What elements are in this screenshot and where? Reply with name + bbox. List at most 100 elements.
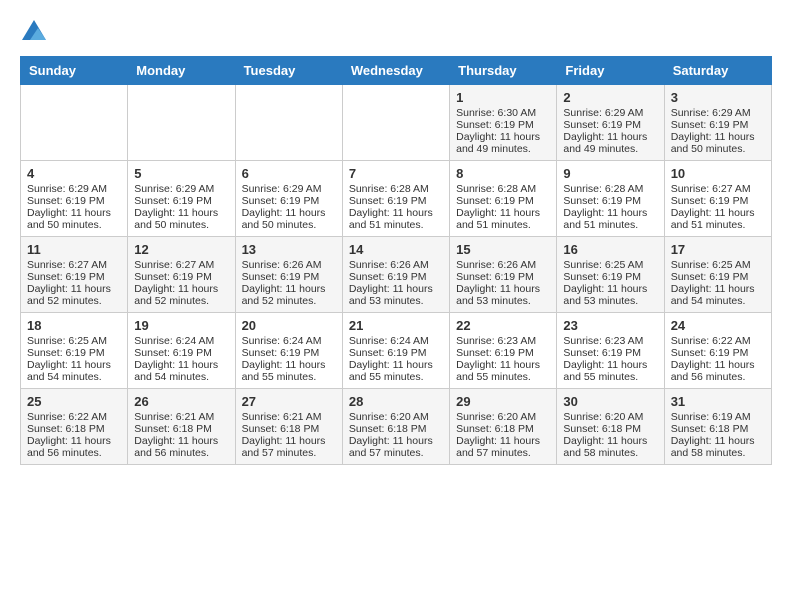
day-info-line: Daylight: 11 hours and 57 minutes. bbox=[349, 435, 443, 459]
day-info-line: Sunrise: 6:27 AM bbox=[27, 259, 121, 271]
day-info-line: Daylight: 11 hours and 52 minutes. bbox=[242, 283, 336, 307]
col-header-sunday: Sunday bbox=[21, 57, 128, 85]
day-info-line: Sunset: 6:19 PM bbox=[563, 271, 657, 283]
day-info-line: Daylight: 11 hours and 55 minutes. bbox=[456, 359, 550, 383]
day-info-line: Sunrise: 6:22 AM bbox=[27, 411, 121, 423]
day-info-line: Sunset: 6:19 PM bbox=[563, 119, 657, 131]
day-info-line: Sunrise: 6:23 AM bbox=[456, 335, 550, 347]
calendar-cell bbox=[235, 85, 342, 161]
logo-icon bbox=[22, 20, 46, 40]
day-info-line: Sunrise: 6:24 AM bbox=[349, 335, 443, 347]
day-number: 10 bbox=[671, 166, 765, 181]
day-info-line: Daylight: 11 hours and 57 minutes. bbox=[456, 435, 550, 459]
calendar-cell: 11 Sunrise: 6:27 AMSunset: 6:19 PMDayligh… bbox=[21, 237, 128, 313]
calendar-cell bbox=[21, 85, 128, 161]
calendar-week-row: 25Sunrise: 6:22 AMSunset: 6:18 PMDayligh… bbox=[21, 389, 772, 465]
calendar-week-row: 18Sunrise: 6:25 AMSunset: 6:19 PMDayligh… bbox=[21, 313, 772, 389]
calendar-cell: 28Sunrise: 6:20 AMSunset: 6:18 PMDayligh… bbox=[342, 389, 449, 465]
day-info-line: Sunset: 6:19 PM bbox=[27, 271, 121, 283]
day-info-line: Sunset: 6:19 PM bbox=[349, 195, 443, 207]
day-info-line: Sunset: 6:19 PM bbox=[349, 271, 443, 283]
day-info-line: Daylight: 11 hours and 56 minutes. bbox=[134, 435, 228, 459]
day-number: 29 bbox=[456, 394, 550, 409]
day-number: 8 bbox=[456, 166, 550, 181]
day-info-line: Sunset: 6:18 PM bbox=[563, 423, 657, 435]
calendar-cell: 24Sunrise: 6:22 AMSunset: 6:19 PMDayligh… bbox=[664, 313, 771, 389]
day-number: 19 bbox=[134, 318, 228, 333]
day-number: 27 bbox=[242, 394, 336, 409]
day-info-line: Daylight: 11 hours and 54 minutes. bbox=[27, 359, 121, 383]
day-number: 6 bbox=[242, 166, 336, 181]
calendar-cell: 22 Sunrise: 6:23 AMSunset: 6:19 PMDayligh… bbox=[450, 313, 557, 389]
day-info-line: Sunset: 6:19 PM bbox=[242, 347, 336, 359]
day-number: 26 bbox=[134, 394, 228, 409]
day-info-line: Sunrise: 6:29 AM bbox=[134, 183, 228, 195]
day-info-line: Sunrise: 6:23 AM bbox=[563, 335, 657, 347]
calendar-cell: 26Sunrise: 6:21 AMSunset: 6:18 PMDayligh… bbox=[128, 389, 235, 465]
col-header-saturday: Saturday bbox=[664, 57, 771, 85]
day-info-line: Daylight: 11 hours and 55 minutes. bbox=[242, 359, 336, 383]
calendar-cell: 13Sunrise: 6:26 AMSunset: 6:19 PMDayligh… bbox=[235, 237, 342, 313]
day-number: 22 bbox=[456, 318, 550, 333]
calendar-cell: 9Sunrise: 6:28 AMSunset: 6:19 PMDaylight… bbox=[557, 161, 664, 237]
calendar-cell: 12Sunrise: 6:27 AMSunset: 6:19 PMDayligh… bbox=[128, 237, 235, 313]
day-info-line: Sunrise: 6:28 AM bbox=[456, 183, 550, 195]
day-number: 31 bbox=[671, 394, 765, 409]
day-info-line: Daylight: 11 hours and 50 minutes. bbox=[27, 207, 121, 231]
day-info-line: Daylight: 11 hours and 53 minutes. bbox=[563, 283, 657, 307]
calendar-cell: 19Sunrise: 6:24 AMSunset: 6:19 PMDayligh… bbox=[128, 313, 235, 389]
page-header bbox=[20, 20, 772, 40]
calendar-cell: 15Sunrise: 6:26 AMSunset: 6:19 PMDayligh… bbox=[450, 237, 557, 313]
calendar-cell: 3Sunrise: 6:29 AMSunset: 6:19 PMDaylight… bbox=[664, 85, 771, 161]
day-info-line: Sunset: 6:19 PM bbox=[134, 271, 228, 283]
day-info-line: Sunset: 6:18 PM bbox=[456, 423, 550, 435]
calendar-cell: 27Sunrise: 6:21 AMSunset: 6:18 PMDayligh… bbox=[235, 389, 342, 465]
day-info-line: Sunset: 6:19 PM bbox=[456, 347, 550, 359]
calendar-cell bbox=[342, 85, 449, 161]
day-info-line: Sunset: 6:19 PM bbox=[242, 195, 336, 207]
day-info-line: Sunset: 6:19 PM bbox=[134, 347, 228, 359]
day-number: 5 bbox=[134, 166, 228, 181]
day-info-line: Daylight: 11 hours and 55 minutes. bbox=[563, 359, 657, 383]
calendar-cell: 20Sunrise: 6:24 AMSunset: 6:19 PMDayligh… bbox=[235, 313, 342, 389]
day-number: 13 bbox=[242, 242, 336, 257]
day-info-line: Daylight: 11 hours and 56 minutes. bbox=[27, 435, 121, 459]
day-info-line: Daylight: 11 hours and 49 minutes. bbox=[563, 131, 657, 155]
day-info-line: Sunrise: 6:19 AM bbox=[671, 411, 765, 423]
day-info-line: Daylight: 11 hours and 58 minutes. bbox=[671, 435, 765, 459]
day-number: 11 bbox=[27, 242, 121, 257]
day-info-line: Sunrise: 6:29 AM bbox=[563, 107, 657, 119]
day-info-line: Daylight: 11 hours and 52 minutes. bbox=[27, 283, 121, 307]
col-header-friday: Friday bbox=[557, 57, 664, 85]
day-info-line: Sunset: 6:19 PM bbox=[27, 195, 121, 207]
day-info-line: Sunrise: 6:27 AM bbox=[671, 183, 765, 195]
day-info-line: Sunset: 6:19 PM bbox=[671, 195, 765, 207]
day-info-line: Sunset: 6:18 PM bbox=[27, 423, 121, 435]
day-info-line: Sunrise: 6:25 AM bbox=[27, 335, 121, 347]
calendar-table: SundayMondayTuesdayWednesdayThursdayFrid… bbox=[20, 56, 772, 465]
day-info-line: Daylight: 11 hours and 50 minutes. bbox=[242, 207, 336, 231]
calendar-cell: 21Sunrise: 6:24 AMSunset: 6:19 PMDayligh… bbox=[342, 313, 449, 389]
day-info-line: Sunset: 6:18 PM bbox=[242, 423, 336, 435]
calendar-cell: 10Sunrise: 6:27 AMSunset: 6:19 PMDayligh… bbox=[664, 161, 771, 237]
day-info-line: Daylight: 11 hours and 49 minutes. bbox=[456, 131, 550, 155]
day-info-line: Sunset: 6:19 PM bbox=[456, 119, 550, 131]
day-info-line: Daylight: 11 hours and 51 minutes. bbox=[349, 207, 443, 231]
day-info-line: Sunset: 6:19 PM bbox=[27, 347, 121, 359]
calendar-cell: 7Sunrise: 6:28 AMSunset: 6:19 PMDaylight… bbox=[342, 161, 449, 237]
day-number: 16 bbox=[563, 242, 657, 257]
day-number: 30 bbox=[563, 394, 657, 409]
day-info-line: Daylight: 11 hours and 56 minutes. bbox=[671, 359, 765, 383]
day-info-line: Daylight: 11 hours and 51 minutes. bbox=[456, 207, 550, 231]
day-number: 20 bbox=[242, 318, 336, 333]
day-info-line: Sunset: 6:18 PM bbox=[349, 423, 443, 435]
day-number: 2 bbox=[563, 90, 657, 105]
col-header-thursday: Thursday bbox=[450, 57, 557, 85]
day-info-line: Daylight: 11 hours and 54 minutes. bbox=[671, 283, 765, 307]
day-info-line: Daylight: 11 hours and 50 minutes. bbox=[671, 131, 765, 155]
calendar-cell: 25Sunrise: 6:22 AMSunset: 6:18 PMDayligh… bbox=[21, 389, 128, 465]
day-number: 3 bbox=[671, 90, 765, 105]
day-info-line: Sunset: 6:19 PM bbox=[456, 271, 550, 283]
day-info-line: Sunrise: 6:30 AM bbox=[456, 107, 550, 119]
day-info-line: Sunrise: 6:28 AM bbox=[563, 183, 657, 195]
